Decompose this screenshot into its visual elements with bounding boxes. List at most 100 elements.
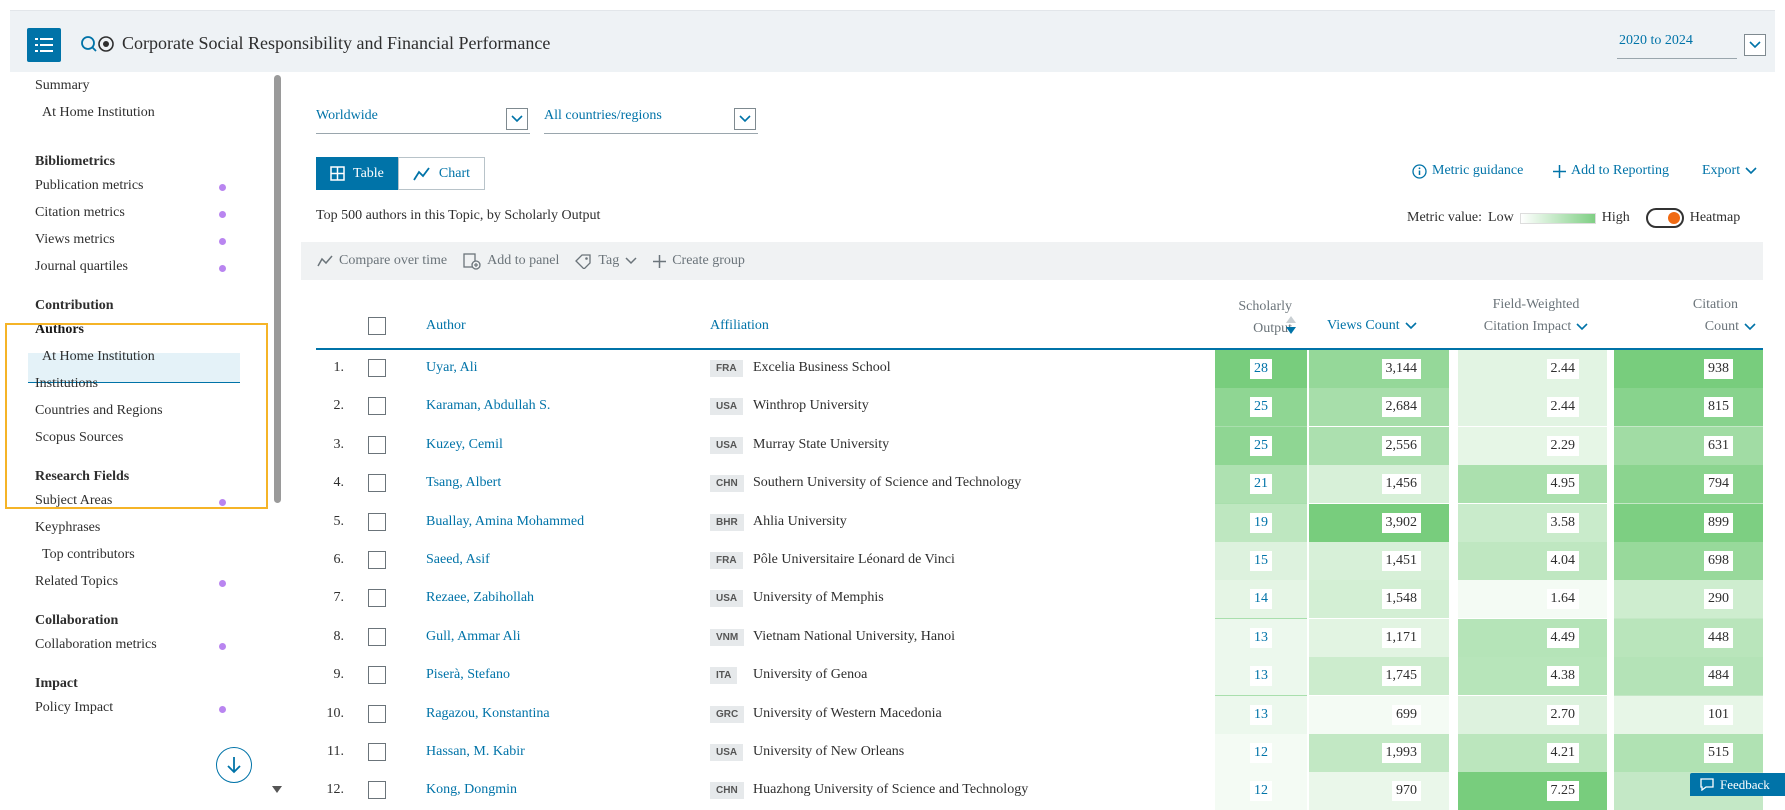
views-value: 1,451 [1381,551,1421,571]
row-checkbox[interactable] [368,627,386,646]
country-filter[interactable]: All countries/regions [544,104,758,134]
compare-over-time-button[interactable]: Compare over time [317,253,447,269]
country-filter-value: All countries/regions [544,108,662,123]
metric-guidance-link[interactable]: Metric guidance [1412,163,1523,179]
fwci-cell: 2.29 [1458,426,1607,465]
table-row: 6. Saeed, Asif FRA Pôle Universitaire Léona… [316,542,1763,580]
author-link[interactable]: Hassan, M. Kabir [426,744,525,760]
sidebar-item-related-topics[interactable]: Related Topics [35,574,118,590]
row-checkbox[interactable] [368,512,386,531]
sidebar-item-policy-impact[interactable]: Policy Impact [35,700,113,716]
col-views-count-label: Views Count [1327,318,1400,333]
chevron-down-icon [625,257,637,265]
row-checkbox[interactable] [368,781,386,800]
so-cell[interactable]: 12 [1215,734,1307,772]
row-checkbox[interactable] [368,435,386,454]
so-cell[interactable]: 13 [1215,695,1307,734]
author-link[interactable]: Uyar, Ali [426,360,478,376]
scroll-down-button[interactable] [216,747,252,783]
fwci-value: 4.04 [1546,551,1579,571]
sidebar-item-journal-quartiles[interactable]: Journal quartiles [35,259,128,275]
table-row: 2. Karaman, Abdullah S. USA Winthrop Univer… [316,388,1763,427]
select-all-checkbox[interactable] [368,317,386,335]
author-link[interactable]: Rezaee, Zabihollah [426,590,534,606]
sidebar-item-views-metrics[interactable]: Views metrics [35,232,115,248]
menu-icon[interactable] [27,28,61,62]
add-to-panel-button[interactable]: Add to panel [463,252,560,270]
row-checkbox[interactable] [368,551,386,569]
tag-menu[interactable]: Tag [575,253,637,269]
row-rank: 4. [333,475,345,491]
create-group-button[interactable]: Create group [653,253,745,269]
sidebar-scroll-arrow-icon[interactable] [272,786,282,793]
sidebar-item-publication-metrics[interactable]: Publication metrics [35,178,143,194]
row-checkbox[interactable] [368,474,386,493]
row-checkbox[interactable] [368,589,386,608]
region-filter[interactable]: Worldwide [316,104,530,134]
add-to-reporting-link[interactable]: Add to Reporting [1553,163,1669,179]
table-row: 9. Piserà, Stefano ITA University of Genoa 1… [316,657,1763,696]
views-value: 3,144 [1381,359,1421,379]
sidebar-item-collaboration-metrics[interactable]: Collaboration metrics [35,637,157,653]
so-cell[interactable]: 14 [1215,580,1307,619]
col-citation-line1: Citation [1692,297,1738,312]
row-checkbox[interactable] [368,397,386,416]
so-cell[interactable]: 25 [1215,426,1307,465]
heatmap-toggle[interactable] [1645,208,1684,228]
author-link[interactable]: Saeed, Asif [426,552,490,568]
col-citation-count[interactable]: Citation Count [1646,294,1756,338]
create-group-label: Create group [672,253,745,268]
sidebar-item-top-contributors[interactable]: Top contributors [42,547,135,563]
fwci-value: 2.44 [1546,397,1579,418]
add-panel-label: Add to panel [487,253,560,268]
author-link[interactable]: Ragazou, Konstantina [426,706,550,722]
row-checkbox[interactable] [368,359,386,377]
sidebar-item-citation-metrics[interactable]: Citation metrics [35,205,125,221]
row-checkbox[interactable] [368,666,386,685]
chart-view-button[interactable]: Chart [397,157,486,190]
so-cell[interactable]: 19 [1215,503,1307,542]
so-cell[interactable]: 12 [1215,772,1307,810]
author-link[interactable]: Gull, Ammar Ali [426,629,521,645]
row-checkbox[interactable] [368,743,386,761]
col-scholarly-output[interactable]: Scholarly Output [1202,296,1292,340]
feedback-button[interactable]: Feedback [1690,773,1785,796]
sidebar-item-keyphrases[interactable]: Keyphrases [35,520,100,536]
fwci-value: 4.95 [1546,474,1579,495]
row-checkbox[interactable] [368,704,386,723]
chevron-down-icon[interactable] [734,108,756,130]
chevron-down-icon[interactable] [506,108,528,130]
col-fwci[interactable]: Field-Weighted Citation Impact [1466,294,1606,338]
metric-legend: Metric value: Low High Heatmap [1407,208,1740,228]
author-link[interactable]: Buallay, Amina Mohammed [426,514,584,530]
col-affiliation[interactable]: Affiliation [710,318,769,334]
affiliation-name: Pôle Universitaire Léonard de Vinci [753,552,955,567]
table-view-button[interactable]: Table [316,157,398,190]
feedback-label: Feedback [1720,776,1770,792]
sidebar-item-at-home-institution[interactable]: At Home Institution [42,105,155,121]
sidebar-scrollbar[interactable] [274,75,281,503]
col-author[interactable]: Author [426,318,466,334]
sort-descending-icon[interactable] [1285,315,1297,337]
author-link[interactable]: Kuzey, Cemil [426,437,503,453]
author-link[interactable]: Karaman, Abdullah S. [426,398,550,414]
so-cell[interactable]: 13 [1215,657,1307,696]
export-menu[interactable]: Export [1702,163,1757,179]
sidebar-item-summary[interactable]: Summary [35,78,89,94]
so-cell[interactable]: 21 [1215,465,1307,504]
country-code-badge: USA [710,436,744,454]
fwci-cell: 4.49 [1458,618,1607,657]
chevron-down-icon [1744,323,1756,331]
so-cell[interactable]: 28 [1215,350,1307,388]
views-cell: 1,548 [1309,580,1449,619]
so-cell[interactable]: 13 [1215,618,1307,657]
so-cell[interactable]: 15 [1215,542,1307,580]
author-link[interactable]: Piserà, Stefano [426,667,510,683]
fwci-cell: 4.38 [1458,657,1607,696]
year-range-select[interactable]: 2020 to 2024 [1617,31,1771,59]
chevron-down-icon[interactable] [1744,34,1766,56]
author-link[interactable]: Tsang, Albert [426,475,501,491]
fwci-value: 4.38 [1546,666,1579,687]
col-views-count[interactable]: Views Count [1327,318,1417,334]
so-cell[interactable]: 25 [1215,388,1307,427]
